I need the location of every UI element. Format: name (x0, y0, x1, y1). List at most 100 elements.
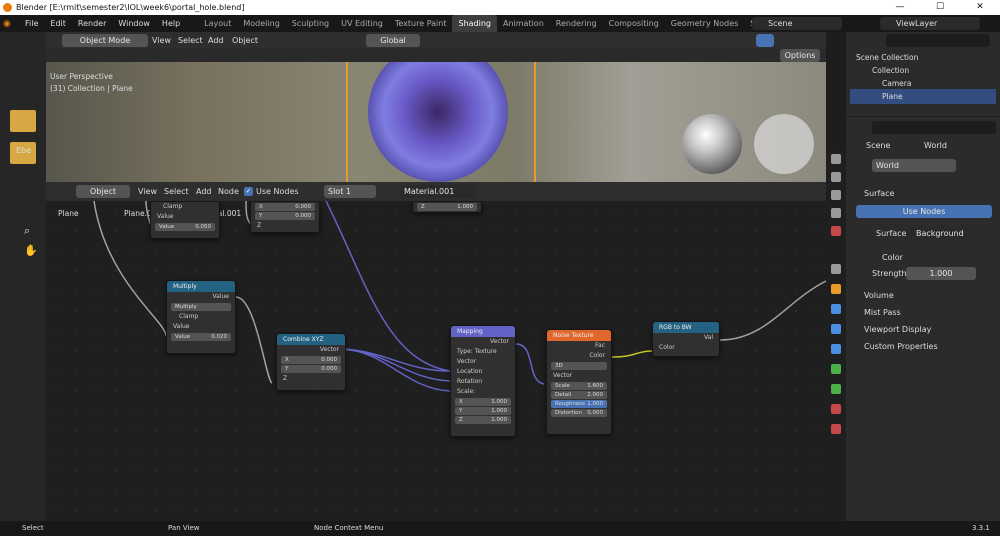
node-mapping-type[interactable]: Type: Texture (451, 347, 515, 357)
node-mapping[interactable]: Mapping Vector Type: Texture Vector Loca… (450, 325, 516, 437)
node-noise-texture[interactable]: Noise Texture Fac Color 3D Vector Scale 1… (546, 329, 612, 435)
volume-panel[interactable]: Volume (864, 289, 894, 302)
tab-compositing[interactable]: Compositing (603, 15, 665, 32)
node-menu-node[interactable]: Node (218, 185, 239, 198)
node-multiply[interactable]: Multiply Value Multiply Clamp Value Valu… (166, 280, 236, 354)
options-dropdown[interactable]: Options (780, 49, 820, 62)
object-tab-icon[interactable] (831, 284, 841, 294)
node-rgbtobw-title[interactable]: RGB to BW (653, 322, 719, 333)
node-multiply-clamp[interactable]: Clamp (167, 312, 235, 322)
material-field[interactable]: Material.001 (400, 185, 476, 198)
menu-window[interactable]: Window (112, 15, 156, 32)
menu-render[interactable]: Render (72, 15, 112, 32)
blender-menu-icon[interactable]: ◉ (3, 19, 19, 29)
node-multiply-value[interactable]: Value 0.020 (171, 333, 231, 341)
folder-icon[interactable] (10, 110, 36, 132)
view-layer-tab-icon[interactable] (831, 208, 841, 218)
data-tab-icon[interactable] (831, 384, 841, 394)
tab-rendering[interactable]: Rendering (550, 15, 603, 32)
node-combine-xyz[interactable]: Combine XYZ Vector X 0.000 Y 0.000 Z (276, 333, 346, 391)
viewport-menu-add[interactable]: Add (208, 34, 224, 47)
node-mapping-y[interactable]: Y 1.000 (455, 407, 511, 415)
node-noise-distortion[interactable]: Distortion 0.000 (551, 409, 607, 417)
node-combine-y[interactable]: Y 0.000 (281, 365, 341, 373)
menu-edit[interactable]: Edit (44, 15, 72, 32)
node-noise-scale[interactable]: Scale 1.600 (551, 382, 607, 390)
navigation-gizmo[interactable] (754, 114, 814, 174)
node-menu-add[interactable]: Add (196, 185, 212, 198)
node-partial-z[interactable]: Z 1.000 (412, 201, 482, 213)
render-tab-icon[interactable] (831, 172, 841, 182)
node-noise-title[interactable]: Noise Texture (547, 330, 611, 341)
node-z-field[interactable]: Z 1.000 (417, 203, 477, 211)
node-y-field[interactable]: Y 0.000 (255, 212, 315, 220)
node-combine-title[interactable]: Combine XYZ (277, 334, 345, 345)
viewlayer-selector[interactable]: ViewLayer (880, 17, 980, 30)
mist-pass-panel[interactable]: Mist Pass (864, 306, 901, 319)
object-mode-dropdown[interactable]: Object Mode (62, 34, 148, 47)
node-multiply-op[interactable]: Multiply (171, 303, 231, 311)
node-noise-detail[interactable]: Detail 2.000 (551, 391, 607, 399)
maximize-button[interactable]: ☐ (920, 0, 960, 15)
material-tab-icon[interactable] (831, 404, 841, 414)
tab-texture-paint[interactable]: Texture Paint (389, 15, 453, 32)
color-field[interactable] (906, 251, 976, 264)
close-button[interactable]: ✕ (960, 0, 1000, 15)
physics-tab-icon[interactable] (831, 344, 841, 354)
zoom-icon[interactable]: ⌕ (24, 224, 30, 238)
scene-selector[interactable]: Scene (752, 17, 842, 30)
node-menu-select[interactable]: Select (164, 185, 189, 198)
custom-properties-panel[interactable]: Custom Properties (864, 340, 938, 353)
shading-solid-icon[interactable] (756, 34, 774, 47)
tab-sculpting[interactable]: Sculpting (286, 15, 335, 32)
node-menu-view[interactable]: View (138, 185, 157, 198)
node-noise-roughness[interactable]: Roughness 1.000 (551, 400, 607, 408)
strength-field[interactable]: 1.000 (906, 267, 976, 280)
viewport-display-panel[interactable]: Viewport Display (864, 323, 931, 336)
node-combine-x[interactable]: X 0.000 (281, 356, 341, 364)
properties-search[interactable] (872, 121, 996, 134)
node-noise-dim[interactable]: 3D (551, 362, 607, 370)
use-nodes-button[interactable]: Use Nodes (856, 205, 992, 218)
scene-tab-icon[interactable] (831, 264, 841, 274)
viewport-menu-view[interactable]: View (152, 34, 171, 47)
node-editor[interactable]: Plane Plane.001 Material.001 Clamp Value… (46, 201, 826, 521)
orientation-dropdown[interactable]: Global (366, 34, 420, 47)
particles-tab-icon[interactable] (831, 324, 841, 334)
surface-shader-field[interactable]: Background (906, 227, 992, 240)
modifier-tab-icon[interactable] (831, 304, 841, 314)
tab-layout[interactable]: Layout (198, 15, 237, 32)
node-mapping-x[interactable]: X 1.000 (455, 398, 511, 406)
world-name-field[interactable]: World (872, 159, 956, 172)
viewport-menu-select[interactable]: Select (178, 34, 203, 47)
node-multiply-title[interactable]: Multiply (167, 281, 235, 292)
tab-uv-editing[interactable]: UV Editing (335, 15, 389, 32)
outliner-plane[interactable]: Plane (850, 89, 996, 104)
surface-panel-header[interactable]: Surface (864, 187, 894, 200)
world-tab-icon[interactable] (831, 226, 841, 236)
outliner-search[interactable] (886, 34, 990, 47)
node-partial-vector[interactable]: X 0.000 Y 0.000 Z (250, 201, 320, 233)
menu-file[interactable]: File (19, 15, 44, 32)
object-type-dropdown[interactable]: Object (76, 185, 130, 198)
node-x-field[interactable]: X 0.000 (255, 203, 315, 211)
constraints-tab-icon[interactable] (831, 364, 841, 374)
tool-tab-icon[interactable] (831, 154, 841, 164)
slot-dropdown[interactable]: Slot 1 (324, 185, 376, 198)
minimize-button[interactable]: — (880, 0, 920, 15)
node-rgb-to-bw[interactable]: RGB to BW Val Color (652, 321, 720, 357)
output-tab-icon[interactable] (831, 190, 841, 200)
tab-geometry-nodes[interactable]: Geometry Nodes (665, 15, 744, 32)
tab-shading[interactable]: Shading (452, 15, 497, 32)
texture-tab-icon[interactable] (831, 424, 841, 434)
node-clamp[interactable]: Clamp (151, 202, 219, 212)
menu-help[interactable]: Help (156, 15, 186, 32)
node-value-field[interactable]: Value 0.050 (155, 223, 215, 231)
tab-modeling[interactable]: Modeling (237, 15, 285, 32)
tab-animation[interactable]: Animation (497, 15, 550, 32)
use-nodes-checkbox[interactable]: ✓ (244, 187, 253, 196)
node-partial-math[interactable]: Clamp Value Value 0.050 (150, 201, 220, 239)
node-mapping-title[interactable]: Mapping (451, 326, 515, 337)
viewport-menu-object[interactable]: Object (232, 34, 258, 47)
node-mapping-z[interactable]: Z 1.000 (455, 416, 511, 424)
